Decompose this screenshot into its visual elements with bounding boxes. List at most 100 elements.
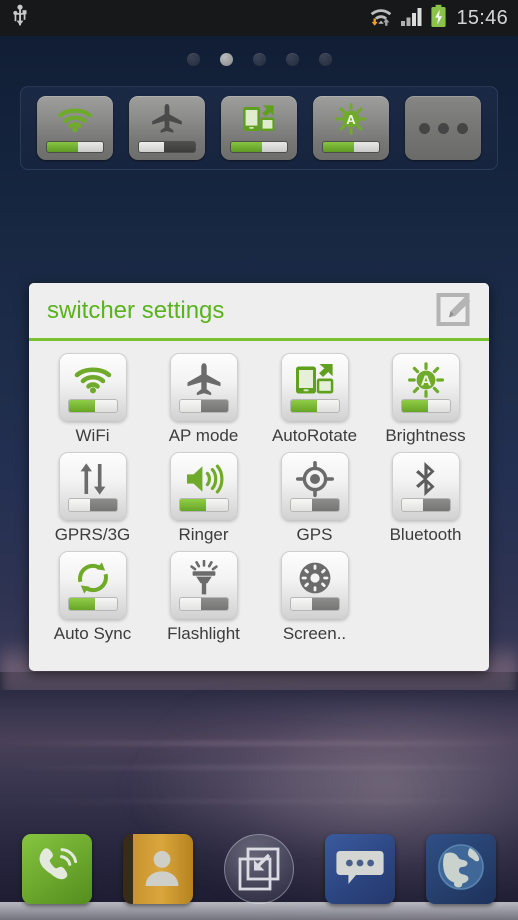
toggle-slider-off[interactable] (400, 498, 451, 512)
toggle-label: AutoRotate (271, 426, 358, 445)
toggle-label: Screen.. (282, 624, 347, 643)
dialog-title: switcher settings (47, 296, 225, 324)
toggle-tile-flashlight[interactable] (169, 551, 238, 619)
toggle-slider-on[interactable] (178, 498, 229, 512)
switcher-widget: A (20, 86, 498, 170)
sync-arrows-icon (74, 558, 112, 598)
toggle-tile-auto-sync[interactable] (58, 551, 127, 619)
toggle-slider-on[interactable] (322, 141, 380, 153)
speaker-icon (184, 459, 224, 499)
dock (0, 828, 518, 920)
page-dot[interactable] (318, 52, 332, 66)
wallpaper-water-streak (0, 742, 518, 745)
phone-icon (32, 844, 82, 895)
toggle-tile-autorotate[interactable] (280, 353, 349, 421)
toggle-tile-screen-timeout[interactable] (280, 551, 349, 619)
toggle-slider-off[interactable] (289, 498, 340, 512)
toggle-cell-brightness[interactable]: A Brightness (370, 353, 481, 446)
toggle-slider-on[interactable] (67, 399, 118, 413)
toggle-cell-screen-timeout[interactable]: Screen.. (259, 551, 370, 644)
toggle-tile-brightness[interactable]: A (391, 353, 460, 421)
airplane-icon (150, 102, 184, 136)
toggle-cell-ap-mode[interactable]: AP mode (148, 353, 259, 446)
page-dot[interactable] (186, 52, 200, 66)
brightness-auto-icon: A (406, 360, 446, 400)
page-dot[interactable] (252, 52, 266, 66)
home-page-indicator (0, 50, 518, 68)
edit-pencil-square-icon[interactable] (435, 288, 475, 333)
globe-icon (436, 842, 486, 897)
toggle-label: AP mode (168, 426, 239, 445)
data-arrows-icon (75, 459, 111, 499)
autorotate-icon (241, 102, 277, 136)
usb-icon (10, 4, 30, 33)
toggle-slider-off[interactable] (178, 597, 229, 611)
toggle-tile-bluetooth[interactable] (391, 452, 460, 520)
dialog-header: switcher settings (29, 283, 489, 341)
grid-empty-slot (370, 551, 481, 644)
toggle-cell-gps[interactable]: GPS (259, 452, 370, 545)
toggle-tile-gprs-3g[interactable] (58, 452, 127, 520)
toggle-slider-off[interactable] (67, 498, 118, 512)
message-bubble-icon (335, 845, 385, 894)
battery-charging-icon (430, 4, 447, 33)
dock-item-phone[interactable] (21, 834, 92, 904)
toggle-slider-off[interactable] (178, 399, 229, 413)
toggle-cell-autorotate[interactable]: AutoRotate (259, 353, 370, 446)
dock-item-messaging[interactable] (325, 834, 396, 904)
more-dots-icon (418, 122, 468, 134)
status-bar[interactable]: 15:46 (0, 0, 518, 36)
dock-item-contacts[interactable] (122, 834, 193, 904)
toggle-label: GPS (296, 525, 333, 544)
dock-item-app-drawer[interactable] (223, 834, 294, 904)
airplane-icon (185, 360, 223, 400)
contacts-book-icon (132, 844, 184, 895)
toggle-cell-auto-sync[interactable]: Auto Sync (37, 551, 148, 644)
toggle-label: Ringer (178, 525, 229, 544)
toggle-tile-ringer[interactable] (169, 452, 238, 520)
toggle-tile-ap-mode[interactable] (169, 353, 238, 421)
toggle-tile-wifi[interactable] (58, 353, 127, 421)
wifi-icon (71, 360, 115, 400)
toggle-cell-bluetooth[interactable]: Bluetooth (370, 452, 481, 545)
toggle-label: Bluetooth (389, 525, 462, 544)
toggle-slider-off[interactable] (138, 141, 196, 153)
svg-text:A: A (346, 112, 356, 127)
toggle-slider-on[interactable] (67, 597, 118, 611)
toggle-slider-on[interactable] (289, 399, 340, 413)
brightness-auto-icon: A (333, 102, 369, 136)
gps-target-icon (295, 459, 334, 499)
svg-text:A: A (420, 373, 431, 390)
wallpaper-water-streak (0, 800, 518, 803)
widget-toggle-brightness[interactable]: A (313, 96, 389, 160)
wifi-transfer-icon (368, 4, 394, 33)
cellular-signal-icon (400, 5, 424, 32)
toggle-cell-gprs-3g[interactable]: GPRS/3G (37, 452, 148, 545)
switcher-settings-dialog: switcher settings WiFi AP mode AutoRotat… (29, 283, 489, 671)
toggle-cell-ringer[interactable]: Ringer (148, 452, 259, 545)
switcher-toggle-grid: WiFi AP mode AutoRotate A Brightness GPR… (29, 341, 489, 654)
toggle-slider-on[interactable] (46, 141, 104, 153)
toggle-slider-off[interactable] (289, 597, 340, 611)
widget-toggle-ap-mode[interactable] (129, 96, 205, 160)
widget-toggle-wifi[interactable] (37, 96, 113, 160)
toggle-tile-gps[interactable] (280, 452, 349, 520)
toggle-slider-on[interactable] (400, 399, 451, 413)
status-bar-left (10, 4, 30, 33)
app-drawer-icon (223, 834, 294, 904)
wallpaper-water-streak (0, 766, 518, 769)
toggle-label: GPRS/3G (54, 525, 131, 544)
clock-time: 15:46 (456, 6, 508, 29)
dock-item-browser[interactable] (426, 834, 497, 904)
widget-more-button[interactable] (405, 96, 481, 160)
toggle-cell-wifi[interactable]: WiFi (37, 353, 148, 446)
toggle-slider-on[interactable] (230, 141, 288, 153)
page-dot-active[interactable] (219, 52, 233, 66)
page-dot[interactable] (285, 52, 299, 66)
toggle-label: Auto Sync (53, 624, 132, 643)
toggle-label: Brightness (385, 426, 466, 445)
widget-toggle-autorotate[interactable] (221, 96, 297, 160)
wifi-icon (55, 102, 95, 136)
toggle-cell-flashlight[interactable]: Flashlight (148, 551, 259, 644)
toggle-label: Flashlight (167, 624, 240, 643)
